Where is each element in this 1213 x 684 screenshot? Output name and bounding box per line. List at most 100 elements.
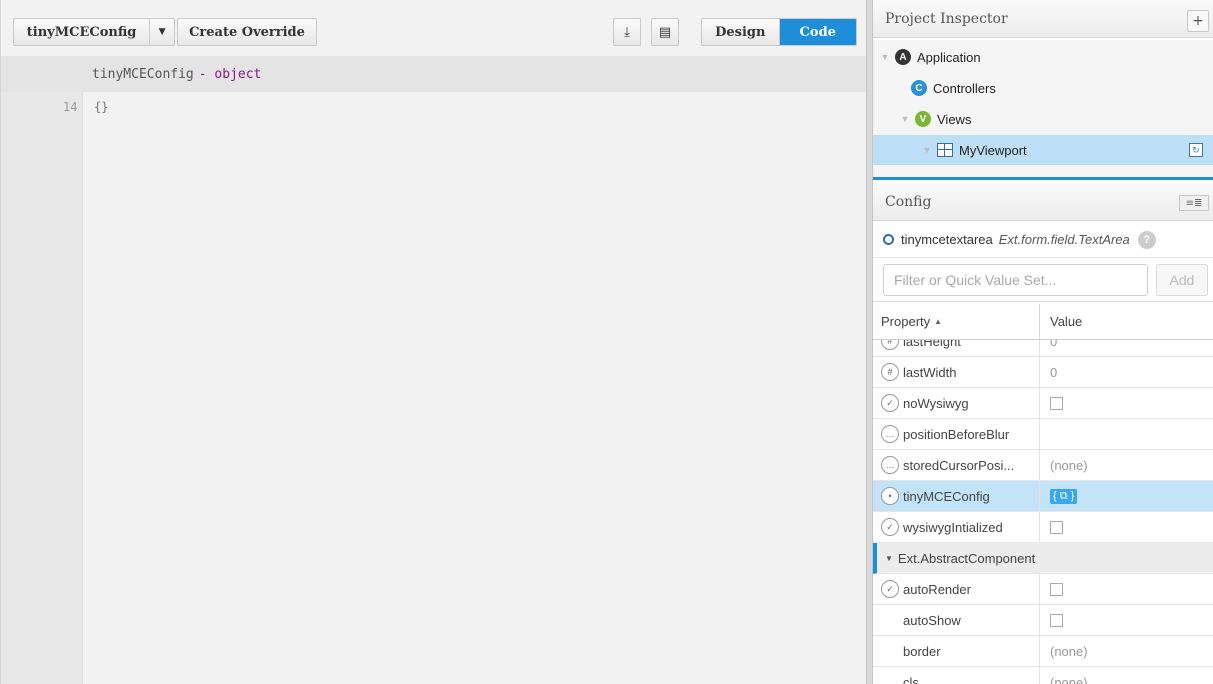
tree-item-label: Controllers (933, 80, 996, 96)
blank-type-icon (881, 642, 899, 660)
project-tree: ▼ A Application C Controllers ▼ V Views … (873, 40, 1213, 180)
component-type: Ext.form.field.TextArea (998, 232, 1130, 247)
viewport-icon (937, 143, 953, 157)
component-name: tinymcetextarea (901, 232, 993, 247)
boolean-type-icon: ✓ (881, 518, 899, 536)
table-row[interactable]: … storedCursorPosi... (none) (873, 450, 1213, 481)
table-row-selected[interactable]: • tinyMCEConfig { ⧉ } (873, 481, 1213, 512)
property-name: lastWidth (903, 364, 957, 380)
property-name: positionBeforeBlur (903, 426, 1010, 442)
expand-triangle-icon[interactable]: ▼ (899, 114, 911, 124)
table-row[interactable]: autoShow (873, 605, 1213, 636)
object-type-icon: • (881, 487, 899, 505)
boolean-type-icon: ✓ (881, 580, 899, 598)
design-code-toggle: Design Code (701, 18, 857, 46)
layout-toggle-icon[interactable]: ≡≣ (1179, 195, 1209, 211)
mixed-type-icon: … (881, 425, 899, 443)
property-name: border (903, 643, 941, 659)
property-name: autoShow (903, 612, 961, 628)
property-name: lastHeight (903, 340, 961, 349)
config-split-button[interactable]: tinyMCEConfig ▼ (13, 18, 175, 46)
config-header: Config ≡≣ (873, 183, 1213, 221)
checkbox[interactable] (1050, 520, 1063, 534)
expand-triangle-icon[interactable]: ▼ (879, 52, 891, 62)
table-row[interactable]: ✓ wysiwygIntialized (873, 512, 1213, 543)
config-button-label[interactable]: tinyMCEConfig (14, 19, 151, 45)
chevron-down-icon[interactable]: ▼ (150, 19, 174, 45)
tree-item-application[interactable]: ▼ A Application (873, 42, 1213, 72)
config-title: Config (885, 193, 932, 210)
checkbox[interactable] (1050, 613, 1063, 627)
editor-toolbar: tinyMCEConfig ▼ Create Override ⤓ ▤ Desi… (1, 8, 867, 56)
table-row[interactable]: ✓ noWysiwyg (873, 388, 1213, 419)
object-edit-button[interactable]: { ⧉ } (1050, 488, 1078, 504)
table-row[interactable]: border (none) (873, 636, 1213, 667)
application-icon: A (895, 49, 911, 65)
checkbox[interactable] (1050, 396, 1063, 410)
code-tab[interactable]: Code (779, 19, 856, 45)
tree-item-label: Views (937, 111, 972, 127)
table-row[interactable]: ✓ autoRender (873, 574, 1213, 605)
controller-icon: C (911, 80, 927, 96)
mixed-type-icon: … (881, 456, 899, 474)
code-header-name: tinyMCEConfig (92, 66, 194, 82)
tree-item-label: Application (917, 49, 981, 65)
property-value[interactable]: (none) (1040, 636, 1213, 666)
create-override-button[interactable]: Create Override (177, 18, 317, 46)
code-editor-pane: tinyMCEConfig ▼ Create Override ⤓ ▤ Desi… (0, 0, 867, 684)
property-column-header[interactable]: Property ▲ (873, 304, 1040, 339)
component-icon (883, 234, 894, 245)
expand-triangle-icon[interactable]: ▼ (921, 145, 933, 155)
project-inspector-title: Project Inspector (885, 10, 1008, 27)
add-icon[interactable]: + (1187, 10, 1209, 32)
blank-type-icon (881, 673, 899, 684)
help-icon[interactable]: ? (1137, 230, 1156, 249)
code-header-type: - object (198, 66, 262, 82)
table-row[interactable]: cls (none) (873, 667, 1213, 684)
line-gutter (1, 92, 83, 684)
add-button[interactable]: Add (1156, 264, 1208, 296)
download-icon[interactable]: ⤓ (613, 18, 641, 46)
table-row[interactable]: # lastHeight 0 (873, 340, 1213, 357)
filter-input[interactable] (883, 264, 1148, 296)
filter-row: Add (873, 258, 1213, 302)
property-value[interactable] (1040, 419, 1213, 449)
property-grid: # lastHeight 0 # lastWidth 0 ✓ noWysiwyg … p… (873, 340, 1213, 684)
design-tab[interactable]: Design (702, 19, 780, 45)
blank-type-icon (881, 611, 899, 629)
checkbox[interactable] (1050, 582, 1063, 596)
clipboard-icon[interactable]: ▤ (651, 18, 679, 46)
selected-tree-item-strip[interactable] (873, 177, 1213, 180)
property-name: autoRender (903, 581, 971, 597)
project-inspector-header: Project Inspector + (873, 0, 1213, 38)
property-name: noWysiwyg (903, 395, 969, 411)
property-name: storedCursorPosi... (903, 457, 1015, 473)
tree-item-controllers[interactable]: C Controllers (873, 73, 1213, 103)
property-name: cls (903, 674, 919, 684)
value-column-header[interactable]: Value (1040, 304, 1082, 339)
table-row[interactable]: # lastWidth 0 (873, 357, 1213, 388)
property-grid-header: Property ▲ Value (873, 304, 1213, 340)
view-icon: V (915, 111, 931, 127)
inspector-panel: Project Inspector + ▼ A Application C Co… (873, 0, 1213, 684)
sort-asc-icon: ▲ (934, 317, 943, 326)
property-value[interactable]: 0 (1040, 340, 1213, 356)
table-row[interactable]: … positionBeforeBlur (873, 419, 1213, 450)
group-label: Ext.AbstractComponent (897, 550, 1036, 566)
code-line[interactable]: {} (94, 100, 108, 114)
collapse-triangle-icon[interactable]: ▼ (885, 554, 893, 563)
property-value[interactable]: (none) (1040, 667, 1213, 684)
code-header: tinyMCEConfig - object (1, 56, 867, 92)
tree-item-myviewport[interactable]: ▼ MyViewport ↻ (873, 135, 1213, 165)
line-number: 14 (63, 100, 78, 114)
pane-splitter[interactable] (866, 0, 873, 684)
property-value[interactable]: (none) (1040, 450, 1213, 480)
refresh-icon[interactable]: ↻ (1189, 143, 1203, 157)
tree-item-views[interactable]: ▼ V Views (873, 104, 1213, 134)
property-value[interactable]: 0 (1040, 357, 1213, 387)
tree-item-label: MyViewport (959, 142, 1027, 158)
number-type-icon: # (881, 340, 899, 350)
boolean-type-icon: ✓ (881, 394, 899, 412)
property-name: wysiwygIntialized (903, 519, 1003, 535)
group-header-row[interactable]: ▼ Ext.AbstractComponent (873, 543, 1213, 574)
